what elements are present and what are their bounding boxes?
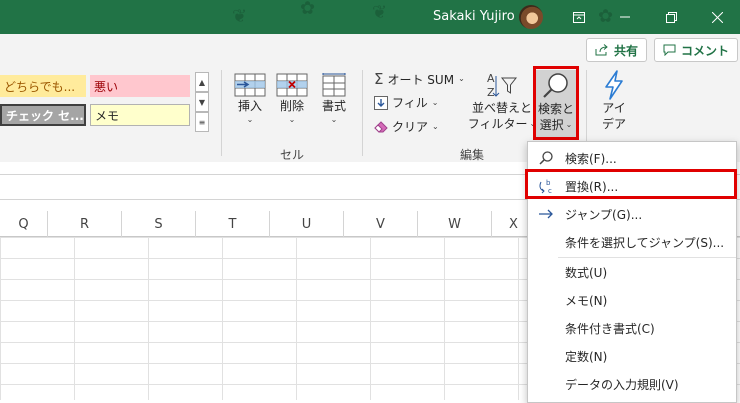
column-header-w[interactable]: W [418, 211, 492, 237]
sort-filter-button[interactable]: A Z 並べ替えと フィルター ⌄ [468, 70, 536, 132]
autosum-button[interactable]: Σ オート SUM ⌄ [374, 70, 465, 88]
menu-item-constants[interactable]: 定数(N) [528, 342, 736, 370]
ideas-button[interactable]: アイ デア [596, 70, 632, 132]
share-button[interactable]: 共有 [586, 38, 648, 62]
menu-item-label: 数式(U) [565, 265, 608, 280]
column-header-r[interactable]: R [48, 211, 122, 237]
svg-text:A: A [487, 72, 495, 85]
column-header-s[interactable]: S [122, 211, 196, 237]
chevron-down-icon: ⌄ [432, 121, 439, 131]
decorative-pattern: ❦ [372, 2, 388, 23]
column-header-t[interactable]: T [196, 211, 270, 237]
share-label: 共有 [614, 43, 639, 58]
menu-item-data-validation[interactable]: データの入力規則(V) [528, 370, 736, 398]
gallery-scroll-up-icon[interactable]: ▲ [195, 72, 209, 92]
format-label: 書式 [321, 99, 346, 113]
svg-text:Z: Z [487, 86, 495, 99]
share-icon [595, 44, 608, 56]
ideas-label-2: デア [601, 117, 626, 131]
menu-item-label: 条件付き書式(C) [565, 321, 655, 336]
fill-button[interactable]: フィル ⌄ [374, 94, 438, 111]
cells-group-label: セル [280, 148, 305, 162]
fill-down-icon [374, 95, 388, 110]
editing-group-label: 編集 [460, 148, 485, 162]
chevron-down-icon: ⌄ [330, 115, 338, 124]
decorative-pattern: ✿ [598, 6, 614, 27]
chevron-down-icon: ⌄ [246, 115, 254, 124]
gallery-more-icon[interactable]: ≡ [195, 112, 209, 132]
chevron-down-icon: ⌄ [288, 115, 296, 124]
ribbon-display-options-icon[interactable] [566, 4, 592, 30]
column-header-v[interactable]: V [344, 211, 418, 237]
menu-item-notes[interactable]: メモ(N) [528, 286, 736, 314]
fill-label: フィル [392, 96, 428, 110]
menu-item-conditional-formatting[interactable]: 条件付き書式(C) [528, 314, 736, 342]
comment-icon [663, 44, 676, 56]
style-check-cell[interactable]: チェック セ... [0, 104, 86, 126]
column-header-q[interactable]: Q [0, 211, 48, 237]
restore-icon[interactable] [658, 4, 684, 30]
delete-button[interactable]: 削除 ⌄ [274, 72, 310, 126]
menu-item-label: 検索(F)... [565, 151, 617, 166]
column-header-u[interactable]: U [270, 211, 344, 237]
style-neutral[interactable]: どちらでも... [0, 75, 86, 97]
clear-button[interactable]: クリア ⌄ [374, 118, 439, 135]
menu-item-find[interactable]: 検索(F)... [528, 144, 736, 172]
delete-label: 削除 [279, 99, 304, 113]
sort-filter-label-2: フィルター [467, 117, 528, 131]
style-note[interactable]: メモ [90, 104, 190, 126]
format-cells-icon [322, 73, 346, 97]
decorative-pattern: ✿ [300, 0, 316, 19]
style-bad[interactable]: 悪い [90, 75, 190, 97]
replace-highlight [525, 169, 737, 199]
group-divider [221, 70, 222, 156]
comment-label: コメント [681, 43, 730, 58]
chevron-down-icon: ⌄ [458, 74, 465, 83]
arrow-right-icon [538, 206, 554, 222]
menu-item-label: 定数(N) [565, 349, 608, 364]
menu-item-label: データの入力規則(V) [565, 377, 679, 392]
chevron-down-icon: ⌄ [431, 97, 439, 107]
menu-item-label: メモ(N) [565, 293, 608, 308]
sort-filter-label-1: 並べ替えと [472, 101, 533, 115]
clear-label: クリア [392, 120, 429, 134]
find-select-highlight [533, 66, 579, 140]
user-name[interactable]: Sakaki Yujiro [433, 9, 515, 24]
insert-button[interactable]: 挿入 ⌄ [232, 72, 268, 126]
avatar[interactable] [519, 5, 543, 29]
insert-label: 挿入 [237, 99, 262, 113]
title-bar: ❦ ✿ ❦ ✿ Sakaki Yujiro [0, 0, 740, 34]
menu-item-label: 条件を選択してジャンプ(S)... [565, 235, 725, 250]
decorative-pattern: ❦ [232, 6, 248, 27]
group-divider [362, 70, 363, 156]
menu-item-label: ジャンプ(G)... [565, 207, 643, 222]
insert-cells-icon [234, 73, 266, 97]
sort-filter-icon: A Z [487, 72, 518, 99]
minimize-icon[interactable] [612, 4, 638, 30]
sigma-icon: Σ [374, 70, 384, 88]
search-icon [538, 150, 554, 166]
delete-cells-icon [276, 73, 308, 97]
ideas-label-1: アイ [602, 101, 626, 115]
format-button[interactable]: 書式 ⌄ [316, 72, 352, 126]
eraser-icon [374, 120, 388, 133]
autosum-label: オート SUM [387, 72, 455, 87]
sort-filter-label-2-wrap: フィルター ⌄ [468, 116, 536, 132]
close-icon[interactable] [704, 4, 730, 30]
lightning-icon [605, 70, 623, 100]
menu-item-formulas[interactable]: 数式(U) [528, 258, 736, 286]
gallery-scroll-down-icon[interactable]: ▼ [195, 92, 209, 112]
comment-button[interactable]: コメント [654, 38, 739, 62]
menu-item-goto[interactable]: ジャンプ(G)... [528, 200, 736, 228]
menu-item-goto-special[interactable]: 条件を選択してジャンプ(S)... [528, 228, 736, 256]
